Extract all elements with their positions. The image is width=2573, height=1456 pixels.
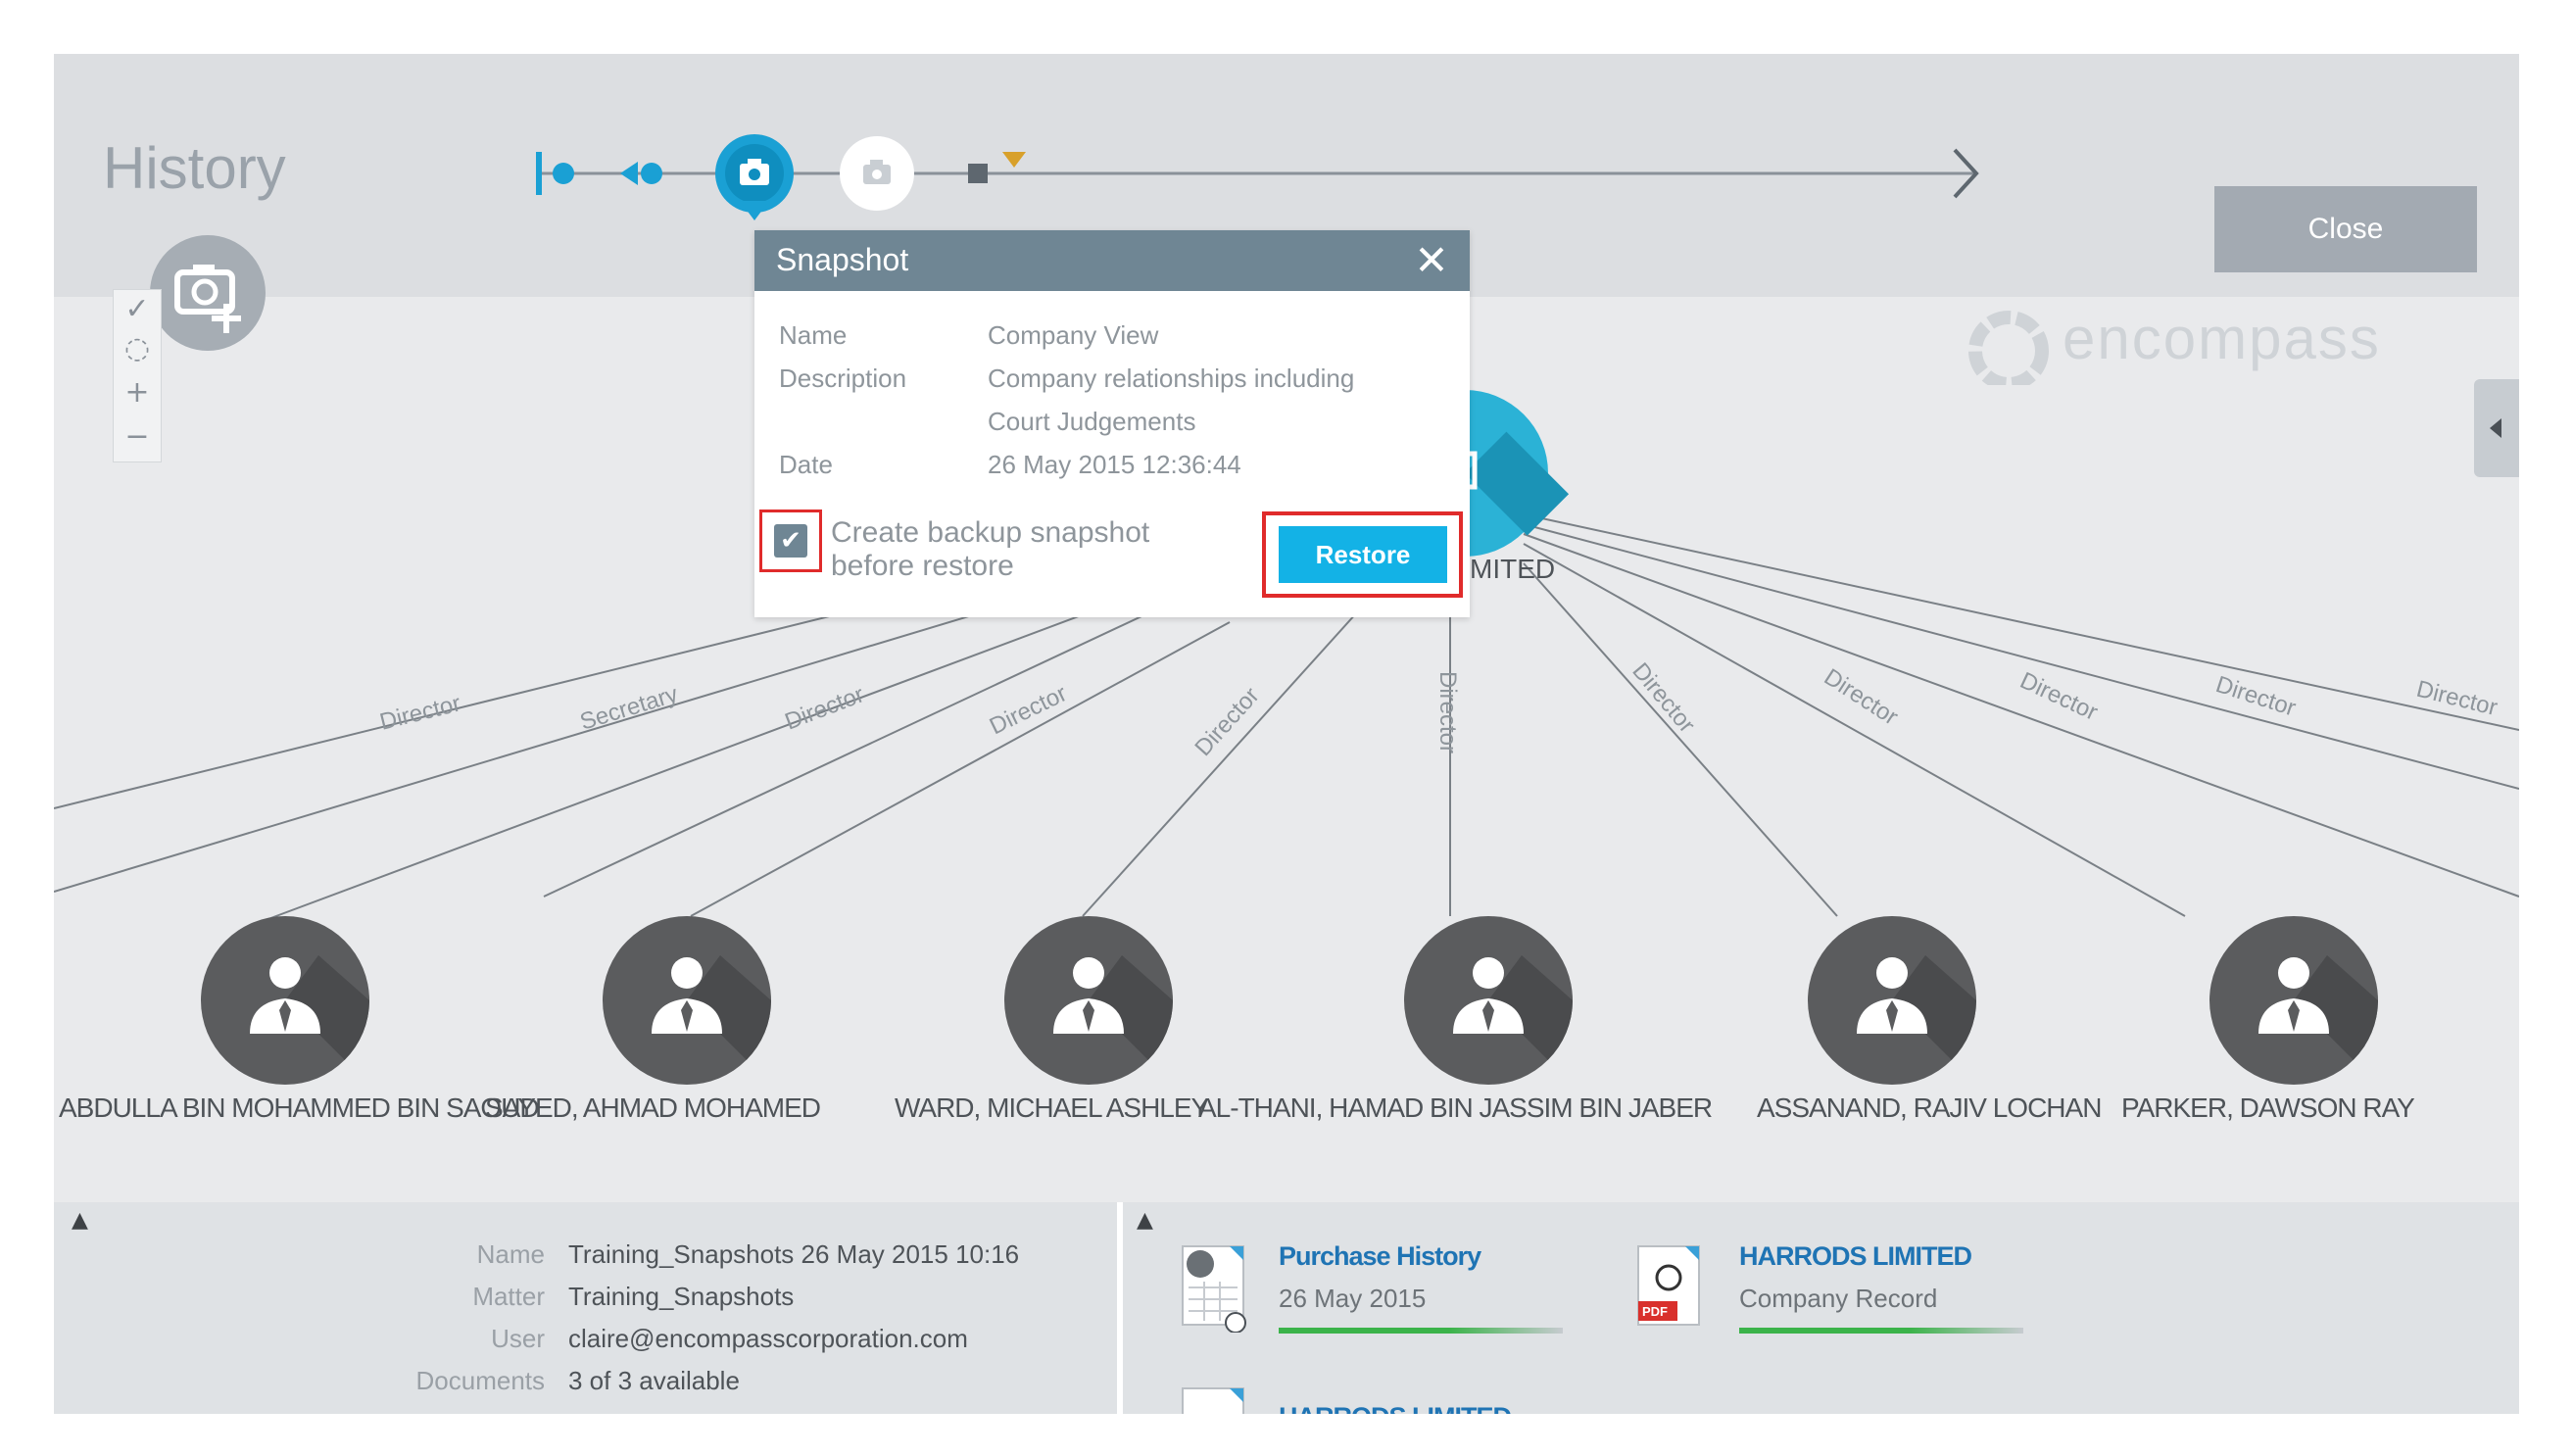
edge-label: Director (2414, 676, 2500, 722)
document-title[interactable]: Purchase History (1279, 1241, 1481, 1272)
edge-label: Director (1626, 658, 1700, 739)
person-label: SAYED, AHMAD MOHAMED (485, 1092, 821, 1123)
add-snapshot-button[interactable] (150, 235, 266, 351)
snapshot-dialog: Snapshot ✕ Name Company View Description… (754, 230, 1470, 617)
person-node[interactable] (1808, 916, 1976, 1085)
document-progress-bar (1279, 1328, 1563, 1334)
person-icon (652, 955, 771, 1085)
relationship-graph[interactable]: Director Secretary Director Director Dir… (54, 54, 2519, 1202)
edge-label: Secretary (577, 681, 681, 736)
field-label: Date (779, 450, 833, 479)
snapshot-name-value: Company View (988, 320, 1159, 350)
backup-label-line1: Create backup snapshot (831, 516, 1150, 549)
document-icon[interactable] (1181, 1386, 1249, 1414)
chevron-left-icon (2490, 418, 2501, 438)
document-title[interactable]: HARRODS LIMITED (1279, 1402, 1512, 1414)
person-label: ABDULLA BIN MOHAMMED BIN SAOUD (59, 1092, 540, 1123)
info-label: Matter (472, 1282, 545, 1311)
svg-text:PDF: PDF (1642, 1304, 1668, 1319)
brand-name: encompass (2063, 306, 2381, 371)
camera-plus-icon (174, 265, 241, 333)
person-icon (1453, 955, 1573, 1085)
info-value: claire@encompasscorporation.com (568, 1324, 968, 1353)
close-icon[interactable]: ✕ (1409, 238, 1454, 283)
person-label: WARD, MICHAEL ASHLEY (895, 1092, 1209, 1123)
field-label: Description (779, 364, 907, 393)
person-icon (2258, 955, 2378, 1085)
zoom-out-icon[interactable]: − (114, 417, 161, 457)
document-title[interactable]: HARRODS LIMITED (1739, 1241, 1972, 1272)
document-subtitle: 26 May 2015 (1279, 1284, 1427, 1313)
brand-logo-icon (1968, 311, 2049, 385)
panel-divider (1117, 1202, 1123, 1414)
info-value: 3 of 3 available (568, 1366, 740, 1395)
backup-checkbox-label[interactable]: Create backup snapshot before restore (831, 516, 1203, 583)
info-value: Training_Snapshots (568, 1282, 795, 1311)
snapshot-date-value: 26 May 2015 12:36:44 (988, 450, 1241, 479)
person-label: PARKER, DAWSON RAY (2121, 1092, 2415, 1123)
info-value: Training_Snapshots 26 May 2015 10:16 (568, 1239, 1020, 1269)
edge-label: Director (781, 681, 867, 735)
pdf-document-icon[interactable]: PDF (1636, 1244, 1705, 1333)
history-view: History Close Director Secretary Directo… (54, 54, 2519, 1414)
collapse-caret-icon[interactable]: ▲ (1137, 1208, 1153, 1233)
zoom-in-icon[interactable]: + (114, 373, 161, 413)
document-subtitle: Company Record (1739, 1284, 1938, 1313)
lasso-tool-icon[interactable]: ◌ (114, 329, 161, 368)
select-tool-icon[interactable]: ✓ (114, 290, 161, 329)
info-label: Name (476, 1239, 545, 1269)
dialog-header: Snapshot ✕ (754, 230, 1470, 291)
info-label: User (491, 1324, 545, 1353)
backup-checkbox[interactable]: ✔ (774, 524, 807, 558)
side-panel-toggle[interactable] (2474, 379, 2519, 477)
edge-label: Director (1820, 663, 1903, 730)
person-label: AL-THANI, HAMAD BIN JASSIM BIN JABER (1198, 1092, 1713, 1123)
person-node[interactable] (201, 916, 369, 1085)
edge-label: Director (1189, 683, 1264, 762)
person-node[interactable] (1004, 916, 1173, 1085)
spreadsheet-clock-icon[interactable] (1181, 1244, 1249, 1333)
company-node-label: MITED (1470, 554, 1556, 584)
person-node[interactable] (1404, 916, 1573, 1085)
person-icon (250, 955, 369, 1085)
person-node[interactable] (603, 916, 771, 1085)
person-label: ASSANAND, RAJIV LOCHAN (1757, 1092, 2102, 1123)
info-label: Documents (415, 1366, 546, 1395)
edge-label: Director (377, 690, 463, 736)
backup-label-line2: before restore (831, 550, 1014, 582)
person-icon (1857, 955, 1976, 1085)
restore-button[interactable]: Restore (1279, 526, 1447, 583)
snapshot-description-value-cont: Court Judgements (988, 407, 1196, 436)
document-progress-bar (1739, 1328, 2023, 1334)
field-label: Name (779, 320, 848, 350)
dialog-title: Snapshot (776, 242, 909, 277)
zoom-controls: ✓ ◌ + − (113, 289, 162, 462)
collapse-caret-icon[interactable]: ▲ (72, 1208, 88, 1233)
edge-label: Director (1434, 671, 1461, 753)
person-icon (1053, 955, 1173, 1085)
person-node[interactable] (2209, 916, 2378, 1085)
snapshot-description-value: Company relationships including (988, 364, 1355, 393)
